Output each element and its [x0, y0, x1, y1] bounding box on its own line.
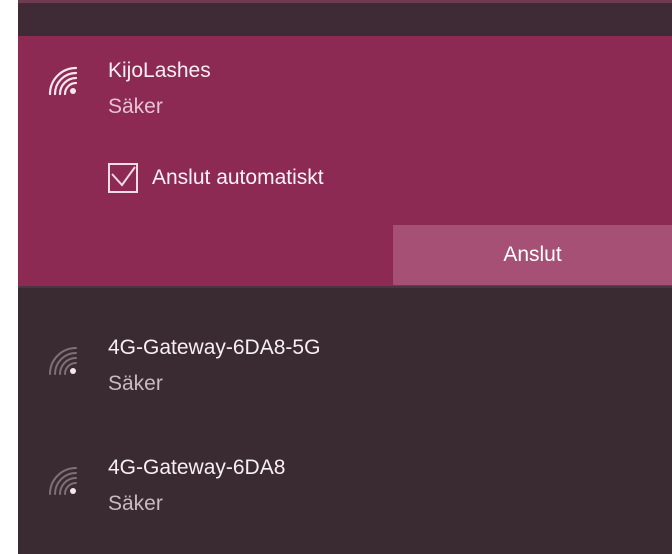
network-item-kijolashes[interactable]: KijoLashes Säker Anslut automatiskt Ansl…	[18, 36, 672, 286]
wifi-icon	[49, 467, 77, 495]
network-security-status: Säker	[108, 95, 163, 118]
auto-connect-checkbox[interactable]	[108, 163, 138, 193]
wifi-icon	[49, 347, 77, 375]
network-name: KijoLashes	[108, 59, 211, 82]
wifi-icon	[48, 66, 78, 96]
network-name: 4G-Gateway-6DA8	[108, 456, 286, 479]
screenshot-frame: KijoLashes Säker Anslut automatiskt Ansl…	[0, 0, 672, 554]
network-security-status: Säker	[108, 492, 163, 515]
previous-network-item-edge[interactable]	[18, 0, 672, 36]
network-security-status: Säker	[108, 372, 163, 395]
auto-connect-label: Anslut automatiskt	[152, 166, 324, 189]
auto-connect-option[interactable]: Anslut automatiskt	[108, 160, 324, 196]
network-item-4g-gateway-6da8[interactable]: 4G-Gateway-6DA8 Säker	[18, 434, 672, 544]
divider	[18, 286, 672, 288]
network-item-4g-gateway-6da8-5g[interactable]: 4G-Gateway-6DA8-5G Säker	[18, 314, 672, 424]
connect-button[interactable]: Anslut	[393, 225, 672, 285]
network-name: 4G-Gateway-6DA8-5G	[108, 336, 321, 359]
wifi-network-list: KijoLashes Säker Anslut automatiskt Ansl…	[18, 0, 672, 554]
checkmark-icon	[111, 166, 136, 187]
